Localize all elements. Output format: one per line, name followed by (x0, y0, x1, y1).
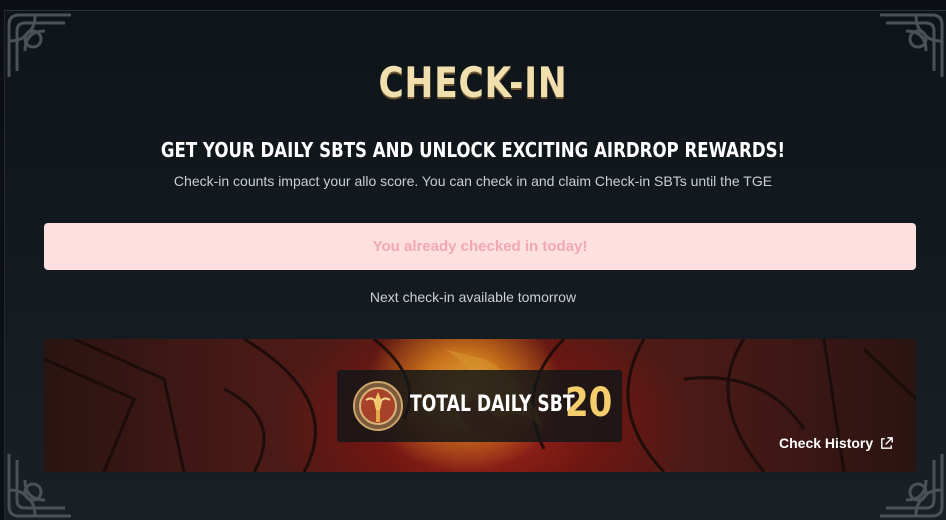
page-subtitle: GET YOUR DAILY SBTS AND UNLOCK EXCITING … (160, 138, 786, 162)
total-daily-sbt-value: 20 (565, 380, 613, 426)
external-link-icon (881, 436, 893, 449)
corner-ornament-icon (876, 11, 946, 81)
checkin-status-text: You already checked in today! (372, 238, 588, 255)
checkin-status-banner: You already checked in today! (44, 223, 916, 270)
page-description: Check-in counts impact your allo score. … (173, 173, 773, 189)
check-history-link[interactable]: Check History (779, 435, 894, 451)
page-title: CHECK-IN (378, 58, 568, 107)
sbt-medal-icon (352, 380, 404, 432)
total-daily-sbt-card: TOTAL DAILY SBT 20 (337, 370, 622, 442)
check-history-label: Check History (779, 435, 874, 451)
corner-ornament-icon (5, 11, 75, 81)
total-daily-sbt-label: TOTAL DAILY SBT (410, 392, 575, 417)
next-checkin-text: Next check-in available tomorrow (369, 289, 577, 305)
